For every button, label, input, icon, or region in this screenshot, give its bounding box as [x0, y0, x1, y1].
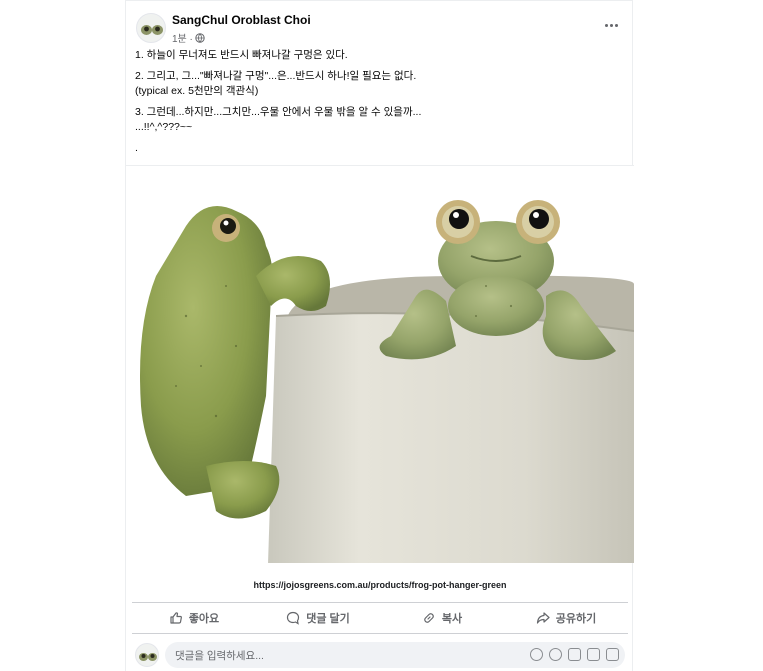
globe-icon	[195, 32, 205, 43]
share-button[interactable]: 공유하기	[504, 603, 628, 633]
copy-button[interactable]: 복사	[380, 603, 504, 633]
post-card: SangChul Oroblast Choi 1분 · 1. 하늘이 무너져도 …	[125, 0, 634, 671]
post-line: 3. 그런데...하지만...그치만...우물 안에서 우물 밖을 알 수 있을…	[135, 106, 422, 118]
comment-composer: 댓글을 입력하세요...	[135, 641, 625, 669]
action-bar: 좋아요 댓글 달기 복사 공유하기	[132, 602, 628, 634]
emoji-icon[interactable]	[549, 648, 562, 661]
post-line: ...!!^,^???~~	[135, 121, 193, 133]
camera-icon[interactable]	[568, 648, 581, 661]
post-line: (typical ex. 5천만의 객관식)	[135, 85, 259, 97]
author-avatar[interactable]	[136, 13, 166, 43]
sticker-icon[interactable]	[530, 648, 543, 661]
gif-icon[interactable]	[587, 648, 600, 661]
image-caption[interactable]: https://jojosgreens.com.au/products/frog…	[126, 580, 634, 590]
user-avatar[interactable]	[135, 643, 159, 667]
copy-label: 복사	[441, 613, 463, 625]
post-header: SangChul Oroblast Choi 1분 ·	[126, 9, 634, 45]
comment-button[interactable]: 댓글 달기	[256, 603, 380, 633]
post-text: 1. 하늘이 무너져도 반드시 빠져나갈 구멍은 있다. 2. 그리고, 그..…	[135, 48, 625, 156]
comment-tools	[530, 648, 619, 661]
post-line: 2. 그리고, 그..."빠져나갈 구멍"...은...반드시 하나!일 필요는…	[135, 70, 417, 82]
avatar-sticker-icon[interactable]	[606, 648, 619, 661]
comment-input[interactable]: 댓글을 입력하세요...	[165, 642, 625, 668]
author-name[interactable]: SangChul Oroblast Choi	[172, 13, 311, 27]
post-photo[interactable]	[126, 165, 634, 563]
copy-icon	[424, 613, 434, 623]
like-icon	[170, 612, 182, 624]
more-icon[interactable]	[600, 17, 622, 33]
post-line: .	[135, 142, 138, 154]
post-time[interactable]: 1분 ·	[172, 30, 193, 45]
share-label: 공유하기	[555, 613, 597, 625]
post-line: 1. 하늘이 무너져도 반드시 빠져나갈 구멍은 있다.	[135, 49, 348, 61]
like-button[interactable]: 좋아요	[132, 603, 256, 633]
comment-placeholder: 댓글을 입력하세요...	[175, 649, 264, 662]
share-icon	[536, 612, 550, 624]
comment-icon	[287, 611, 300, 625]
like-label: 좋아요	[188, 613, 220, 625]
post-meta: 1분 ·	[172, 30, 205, 45]
comment-label: 댓글 달기	[306, 613, 350, 625]
